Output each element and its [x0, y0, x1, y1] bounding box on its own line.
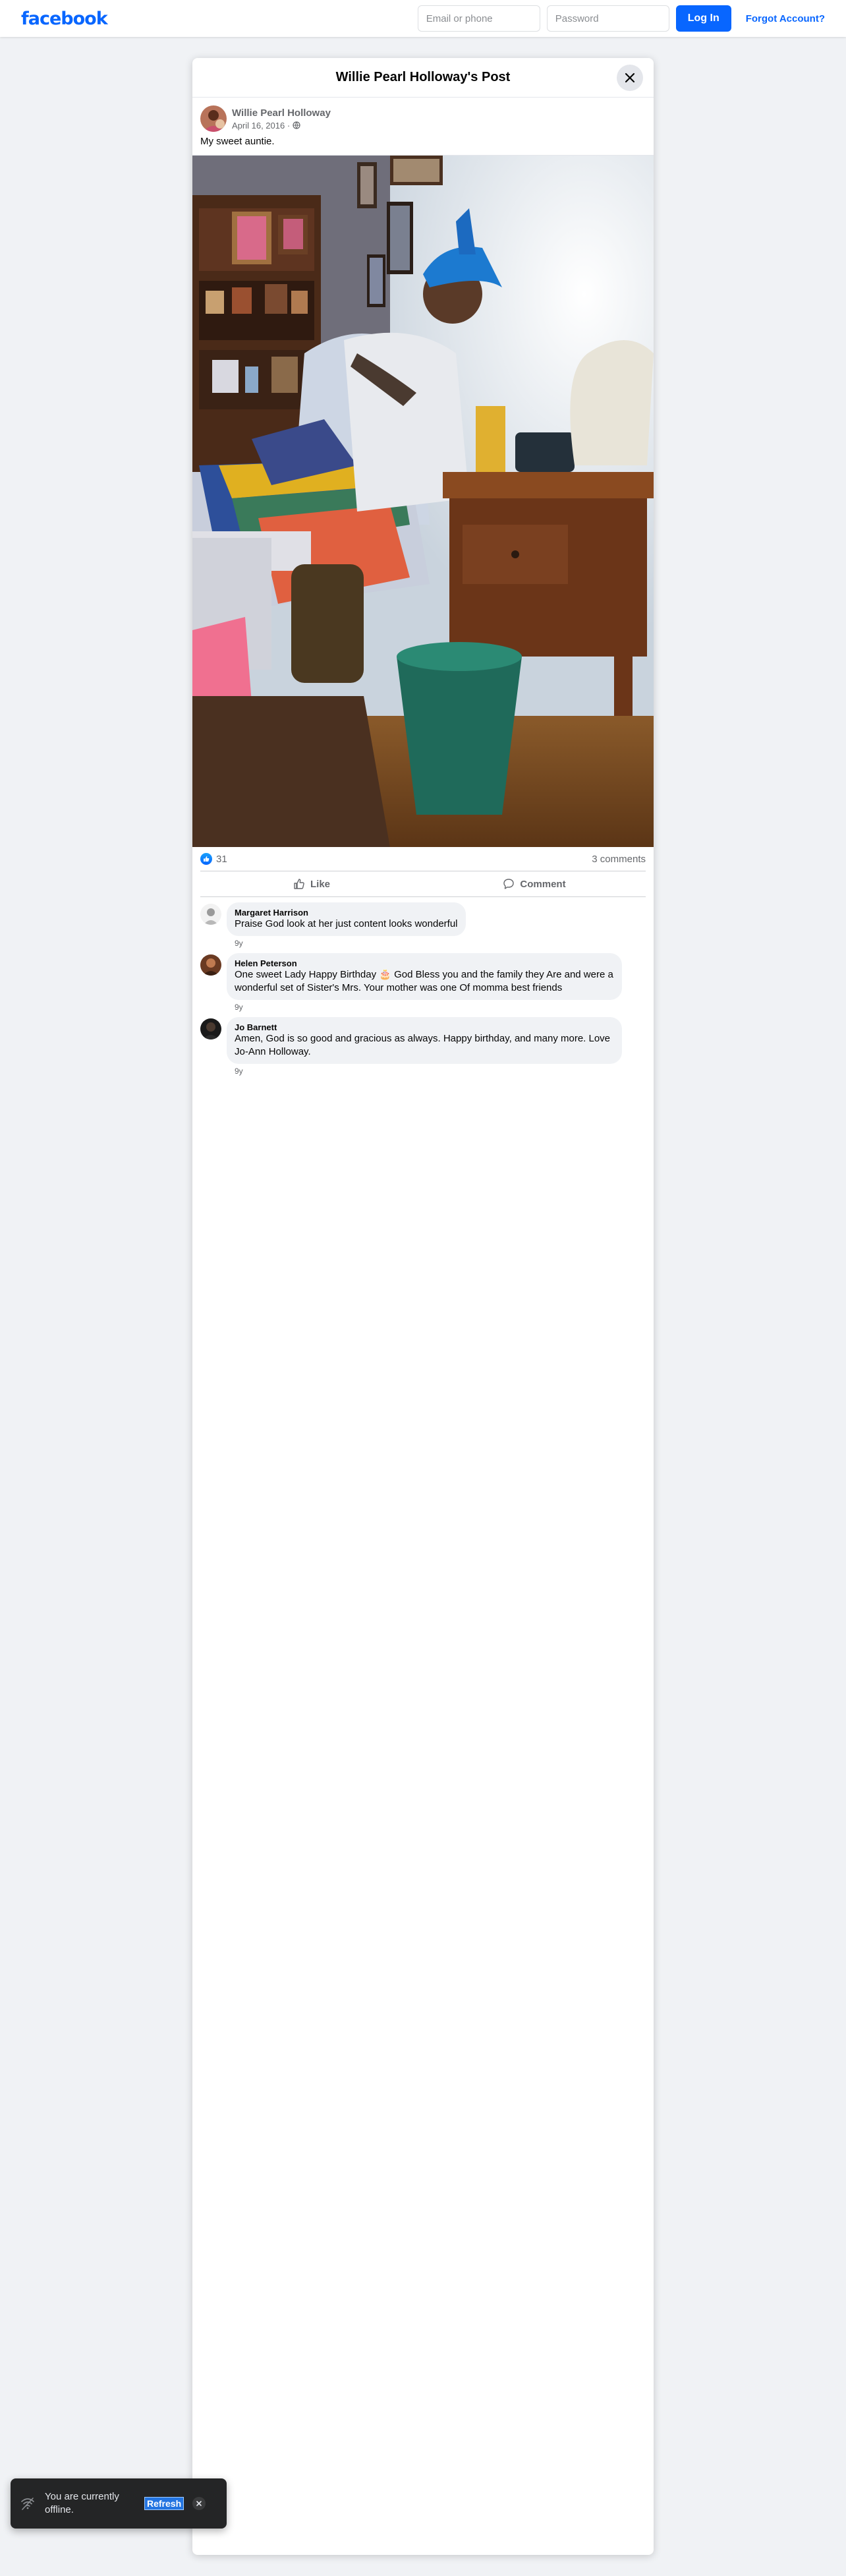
commenter-avatar[interactable]: [200, 954, 221, 976]
author-avatar[interactable]: [200, 105, 227, 132]
comment-label: Comment: [520, 878, 566, 890]
comment-bubble: Margaret Harrison Praise God look at her…: [227, 902, 466, 936]
comment-bubble: Helen Peterson One sweet Lady Happy Birt…: [227, 953, 622, 1000]
toast-close-button[interactable]: [192, 2497, 206, 2510]
comment-text: Amen, God is so good and gracious as alw…: [235, 1033, 611, 1057]
comment-bubble: Jo Barnett Amen, God is so good and grac…: [227, 1017, 622, 1064]
login-button[interactable]: Log In: [675, 5, 731, 32]
post-author-row: Willie Pearl Holloway April 16, 2016 ·: [192, 98, 654, 132]
offline-message: You are currently offline.: [45, 2491, 119, 2515]
post-dialog-header: Willie Pearl Holloway's Post: [192, 58, 654, 98]
post-date-text: April 16, 2016 ·: [232, 120, 291, 131]
commenter-name[interactable]: Helen Peterson: [235, 958, 614, 968]
like-reaction-icon: [200, 853, 212, 865]
comment-text: One sweet Lady Happy Birthday 🎂 God Bles…: [235, 969, 613, 993]
post-stats: 31 3 comments: [192, 847, 654, 871]
comment-text: Praise God look at her just content look…: [235, 918, 458, 929]
facebook-logo[interactable]: facebook: [21, 9, 108, 29]
comment-time[interactable]: 9y: [235, 939, 466, 948]
comments-list: Margaret Harrison Praise God look at her…: [192, 897, 654, 1086]
comment-time[interactable]: 9y: [235, 1067, 622, 1076]
likes-count: 31: [216, 853, 227, 865]
close-icon: [625, 73, 635, 83]
forgot-account-link[interactable]: Forgot Account?: [746, 13, 825, 24]
post-dialog: Willie Pearl Holloway's Post Willie Pear…: [192, 58, 654, 2555]
comment-item: Helen Peterson One sweet Lady Happy Birt…: [200, 953, 646, 1012]
post-actions: Like Comment: [200, 871, 646, 897]
author-name[interactable]: Willie Pearl Holloway: [232, 107, 331, 119]
close-icon: [196, 2501, 202, 2506]
top-navbar: facebook Log In Forgot Account?: [0, 0, 846, 37]
commenter-avatar[interactable]: [200, 904, 221, 925]
password-field[interactable]: [546, 5, 669, 32]
thumbs-up-icon: [294, 879, 304, 889]
globe-icon: [293, 121, 300, 129]
post-dialog-title: Willie Pearl Holloway's Post: [335, 70, 511, 84]
post-photo[interactable]: [192, 155, 654, 847]
like-button[interactable]: Like: [200, 871, 423, 896]
offline-toast: You are currently offline. Refresh: [11, 2478, 227, 2529]
wifi-off-icon: [21, 2498, 34, 2510]
post-timestamp[interactable]: April 16, 2016 ·: [232, 121, 331, 131]
post-caption: My sweet auntie.: [200, 136, 275, 147]
refresh-link[interactable]: Refresh: [144, 2497, 184, 2510]
comment-item: Jo Barnett Amen, God is so good and grac…: [200, 1017, 646, 1076]
comment-item: Margaret Harrison Praise God look at her…: [200, 902, 646, 948]
close-button[interactable]: [617, 65, 643, 91]
comment-time[interactable]: 9y: [235, 1003, 622, 1012]
commenter-name[interactable]: Jo Barnett: [235, 1022, 614, 1032]
reactions-summary[interactable]: 31: [200, 853, 227, 865]
commenter-name[interactable]: Margaret Harrison: [235, 908, 458, 918]
email-field[interactable]: [417, 5, 540, 32]
login-form: Log In Forgot Account?: [417, 5, 825, 32]
comment-icon: [503, 879, 515, 889]
commenter-avatar[interactable]: [200, 1018, 221, 1039]
comments-count[interactable]: 3 comments: [592, 854, 646, 865]
like-label: Like: [310, 878, 330, 890]
comment-button[interactable]: Comment: [423, 871, 646, 896]
